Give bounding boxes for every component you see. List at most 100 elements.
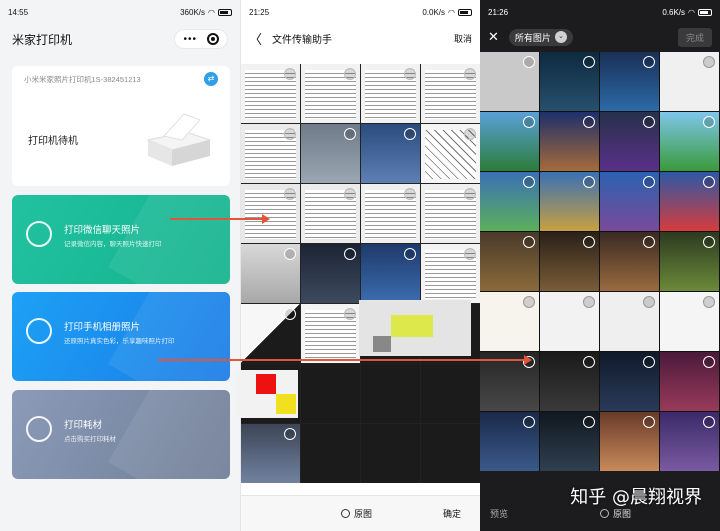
- select-circle[interactable]: [643, 236, 655, 248]
- image-thumb[interactable]: [480, 292, 539, 351]
- select-circle[interactable]: [583, 356, 595, 368]
- miniprogram-capsule[interactable]: •••: [174, 29, 228, 49]
- select-circle[interactable]: [404, 68, 416, 80]
- image-thumb[interactable]: [241, 244, 300, 303]
- close-target-icon[interactable]: [207, 33, 219, 45]
- select-circle[interactable]: [703, 356, 715, 368]
- image-thumb[interactable]: [421, 64, 480, 123]
- select-circle[interactable]: [284, 248, 296, 260]
- image-thumb[interactable]: [480, 232, 539, 291]
- image-thumb[interactable]: [600, 112, 659, 171]
- image-thumb[interactable]: [660, 412, 719, 471]
- select-circle[interactable]: [284, 188, 296, 200]
- album-selector[interactable]: 所有图片 ⌄: [508, 28, 573, 46]
- select-circle[interactable]: [643, 176, 655, 188]
- select-circle[interactable]: [583, 56, 595, 68]
- select-circle[interactable]: [404, 248, 416, 260]
- print-album-photos-card[interactable]: 打印手机相册照片 还原照片真实色彩，乐享趣味照片打印: [12, 292, 230, 381]
- select-circle[interactable]: [464, 188, 476, 200]
- image-thumb[interactable]: [660, 232, 719, 291]
- radio-icon[interactable]: [600, 508, 610, 518]
- image-thumb[interactable]: [480, 52, 539, 111]
- image-thumb[interactable]: [421, 124, 480, 183]
- select-circle[interactable]: [703, 296, 715, 308]
- select-circle[interactable]: [284, 68, 296, 80]
- select-circle[interactable]: [404, 188, 416, 200]
- switch-printer-icon[interactable]: ⇄: [204, 72, 218, 86]
- select-circle[interactable]: [523, 236, 535, 248]
- image-thumb[interactable]: [660, 112, 719, 171]
- image-thumb[interactable]: [540, 352, 599, 411]
- image-thumb[interactable]: [660, 52, 719, 111]
- select-circle[interactable]: [344, 248, 356, 260]
- image-thumb[interactable]: [241, 124, 300, 183]
- image-thumb[interactable]: [361, 124, 420, 183]
- image-thumb[interactable]: [540, 292, 599, 351]
- image-thumb[interactable]: [361, 364, 420, 423]
- preview-button[interactable]: 预览: [490, 507, 508, 520]
- image-thumb[interactable]: [361, 424, 420, 483]
- image-thumb[interactable]: [241, 64, 300, 123]
- confirm-button[interactable]: 确定: [443, 507, 461, 520]
- image-thumb[interactable]: [301, 244, 360, 303]
- original-toggle[interactable]: 原图: [341, 507, 372, 520]
- select-circle[interactable]: [703, 116, 715, 128]
- image-thumb[interactable]: [600, 52, 659, 111]
- back-icon[interactable]: 〈: [249, 29, 262, 48]
- image-thumb[interactable]: [660, 352, 719, 411]
- image-thumb[interactable]: [241, 424, 300, 483]
- image-thumb[interactable]: [600, 292, 659, 351]
- image-thumb[interactable]: [421, 244, 480, 303]
- select-circle[interactable]: [344, 188, 356, 200]
- image-thumb[interactable]: [241, 184, 300, 243]
- select-circle[interactable]: [703, 176, 715, 188]
- select-circle[interactable]: [344, 68, 356, 80]
- select-circle[interactable]: [523, 296, 535, 308]
- select-circle[interactable]: [404, 128, 416, 140]
- select-circle[interactable]: [703, 416, 715, 428]
- image-thumb[interactable]: [301, 64, 360, 123]
- image-thumb[interactable]: [600, 232, 659, 291]
- select-circle[interactable]: [643, 116, 655, 128]
- select-circle[interactable]: [583, 416, 595, 428]
- select-circle[interactable]: [344, 128, 356, 140]
- select-circle[interactable]: [643, 296, 655, 308]
- select-circle[interactable]: [523, 416, 535, 428]
- image-thumb[interactable]: [600, 172, 659, 231]
- image-thumb[interactable]: [301, 184, 360, 243]
- image-thumb[interactable]: [540, 52, 599, 111]
- select-circle[interactable]: [284, 428, 296, 440]
- select-circle[interactable]: [464, 68, 476, 80]
- select-circle[interactable]: [643, 56, 655, 68]
- image-thumb[interactable]: [361, 244, 420, 303]
- select-circle[interactable]: [523, 116, 535, 128]
- image-thumb[interactable]: [301, 364, 360, 423]
- image-thumb[interactable]: [540, 412, 599, 471]
- print-wechat-photos-card[interactable]: 打印微信聊天照片 记录微信内容，聊天照片快速打印: [12, 195, 230, 284]
- image-thumb[interactable]: [600, 352, 659, 411]
- select-circle[interactable]: [583, 176, 595, 188]
- image-thumb[interactable]: [600, 412, 659, 471]
- select-circle[interactable]: [523, 176, 535, 188]
- more-icon[interactable]: •••: [183, 34, 197, 45]
- image-thumb[interactable]: [480, 112, 539, 171]
- close-icon[interactable]: ✕: [488, 29, 499, 45]
- select-circle[interactable]: [464, 248, 476, 260]
- image-thumb[interactable]: [660, 172, 719, 231]
- select-circle[interactable]: [583, 296, 595, 308]
- image-thumb[interactable]: [421, 184, 480, 243]
- select-circle[interactable]: [464, 128, 476, 140]
- done-button[interactable]: 完成: [677, 27, 712, 47]
- image-thumb[interactable]: [301, 424, 360, 483]
- radio-icon[interactable]: [341, 509, 350, 518]
- select-circle[interactable]: [703, 236, 715, 248]
- select-circle[interactable]: [643, 416, 655, 428]
- printer-card[interactable]: 小米米家照片打印机1S-382451213 ⇄ 打印机待机: [12, 66, 230, 186]
- print-supplies-card[interactable]: 打印耗材 点击购买打印耗材: [12, 390, 230, 479]
- image-thumb[interactable]: [540, 172, 599, 231]
- image-thumb[interactable]: [241, 304, 300, 363]
- image-thumb[interactable]: [301, 304, 360, 363]
- image-thumb[interactable]: [480, 412, 539, 471]
- select-circle[interactable]: [583, 116, 595, 128]
- image-thumb[interactable]: [540, 112, 599, 171]
